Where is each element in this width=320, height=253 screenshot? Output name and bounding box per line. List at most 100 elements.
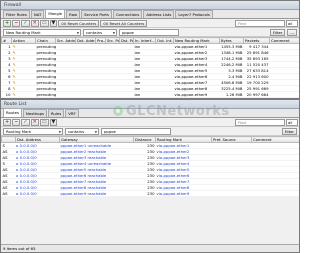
dst-address-value: 0.0.0.0/0 bbox=[19, 167, 37, 172]
firewall-tabs: Filter Rules NAT Mangle Raw Service Ports Con… bbox=[1, 9, 299, 19]
packets-cell: 27 633 814 bbox=[243, 67, 270, 74]
pencil-icon: ✎ bbox=[12, 56, 16, 61]
bytes-cell: 1744.2 MiB bbox=[219, 55, 244, 62]
pencil-icon: ✎ bbox=[12, 80, 16, 85]
tab-rules[interactable]: Rules bbox=[47, 109, 65, 117]
cell: prerouting bbox=[35, 79, 56, 86]
cell: prerouting bbox=[35, 49, 56, 56]
pencil-icon: ✎ bbox=[12, 74, 16, 79]
filter-field-value: New Routing Mark bbox=[6, 29, 41, 35]
column-header[interactable]: Dst. Address bbox=[75, 37, 96, 44]
packets-cell: 11 520 437 bbox=[243, 61, 270, 68]
filter-icon[interactable]: ▼ bbox=[49, 118, 58, 126]
packets-cell: 19 700 229 bbox=[243, 79, 270, 86]
filter-operator-value: contains bbox=[68, 128, 85, 134]
filter-field-select[interactable]: Routing Mark ▼ bbox=[3, 127, 63, 135]
chevron-down-icon: ▼ bbox=[94, 129, 97, 134]
table-row[interactable]: AS ▸ 0.0.0.0/0 pppoe-ether9 reachable 230 vi… bbox=[1, 190, 299, 197]
add-button[interactable]: + bbox=[3, 19, 12, 27]
pencil-icon: ✎ bbox=[12, 44, 16, 49]
filter-icon[interactable]: ▼ bbox=[49, 19, 58, 27]
pencil-icon: ✎ bbox=[12, 50, 16, 55]
dst-address-value: 0.0.0.0/0 bbox=[19, 191, 37, 196]
route-list-title: Route List bbox=[1, 100, 299, 109]
pencil-icon: ✎ bbox=[12, 86, 16, 91]
comment-button[interactable]: ▭ bbox=[39, 19, 49, 27]
comment-cell bbox=[251, 190, 299, 197]
column-header[interactable]: In. Interf... bbox=[133, 37, 156, 44]
tab-filter-rules[interactable]: Filter Rules bbox=[3, 10, 30, 18]
tab-service-ports[interactable]: Service Ports bbox=[81, 10, 112, 18]
tab-raw[interactable]: Raw bbox=[66, 10, 81, 18]
dst-address-value: 0.0.0.0/0 bbox=[19, 185, 37, 190]
tab-mangle[interactable]: Mangle bbox=[45, 9, 66, 18]
dst-address-value: 0.0.0.0/0 bbox=[19, 149, 37, 154]
filter-operator-value: contains bbox=[86, 29, 103, 35]
filter-button[interactable]: Filter bbox=[281, 127, 297, 135]
column-header[interactable]: Out. Int... bbox=[155, 37, 174, 44]
filter-value-input[interactable]: pppoe bbox=[101, 127, 171, 135]
column-header[interactable]: Src. Address bbox=[55, 37, 76, 44]
filter-button[interactable]: Filter bbox=[269, 28, 286, 36]
firewall-window: Firewall Filter Rules NAT Mangle Raw Service… bbox=[0, 0, 300, 99]
watermark-logo-icon bbox=[113, 106, 123, 116]
filter-operator-select[interactable]: contains ▼ bbox=[83, 28, 117, 36]
enable-button[interactable]: ✓ bbox=[21, 19, 30, 27]
cell: prerouting bbox=[35, 85, 56, 92]
dst-address-value: 0.0.0.0/0 bbox=[19, 161, 37, 166]
tab-routes[interactable]: Routes bbox=[3, 108, 22, 117]
disable-button[interactable]: ✕ bbox=[30, 19, 39, 27]
column-header[interactable]: Src. Port bbox=[105, 37, 120, 44]
dst-address-cell: ▸ 0.0.0.0/0 bbox=[15, 190, 60, 197]
chevron-down-icon: ▼ bbox=[58, 129, 61, 134]
find-scope-select[interactable]: all bbox=[286, 118, 298, 126]
cell: prerouting bbox=[35, 73, 56, 80]
filter-more-button[interactable]: ... bbox=[287, 28, 297, 36]
reset-all-counters-button[interactable]: 00 Reset All Counters bbox=[100, 19, 148, 27]
route-tabs: Routes Nexthops Rules VRF bbox=[1, 108, 299, 118]
cell bbox=[95, 91, 106, 98]
tab-nexthops[interactable]: Nexthops bbox=[23, 109, 47, 117]
route-flags: AS bbox=[1, 190, 16, 197]
find-scope-select[interactable]: all bbox=[286, 19, 298, 27]
remove-button[interactable]: − bbox=[12, 118, 21, 126]
cell bbox=[119, 91, 134, 98]
comment-button[interactable]: ▭ bbox=[39, 118, 49, 126]
bytes-cell: 4506.6 MiB bbox=[219, 79, 244, 86]
dst-address-value: 0.0.0.0/0 bbox=[19, 155, 37, 160]
find-input[interactable]: Find bbox=[235, 19, 285, 27]
cell: prerouting bbox=[35, 67, 56, 74]
tab-connections[interactable]: Connections bbox=[112, 10, 143, 18]
remove-button[interactable]: − bbox=[12, 19, 21, 27]
dst-address-value: 0.0.0.0/0 bbox=[19, 173, 37, 178]
filter-value-input[interactable]: pppoe bbox=[119, 28, 179, 36]
packets-cell: 22 913 600 bbox=[243, 73, 270, 80]
pencil-icon: ✎ bbox=[12, 92, 16, 97]
route-status-bar: 9 items out of 65 bbox=[1, 244, 299, 252]
mangle-table: #ActionChainSrc. AddressDst. AddressPro.… bbox=[1, 37, 299, 98]
tab-address-lists[interactable]: Address Lists bbox=[143, 10, 175, 18]
filter-operator-select[interactable]: contains ▼ bbox=[65, 127, 99, 135]
route-table-wrap: Dst. Address Gateway Distance Routing Mark P… bbox=[1, 136, 299, 197]
disable-button[interactable]: ✕ bbox=[30, 118, 39, 126]
reset-counters-button[interactable]: 00 Reset Counters bbox=[58, 19, 100, 27]
enable-button[interactable]: ✓ bbox=[21, 118, 30, 126]
bytes-cell: 1.26 MiB bbox=[219, 91, 244, 98]
out-interface-cell bbox=[155, 91, 174, 98]
filter-field-select[interactable]: New Routing Mark ▼ bbox=[3, 28, 81, 36]
cell bbox=[55, 91, 76, 98]
cell: prerouting bbox=[35, 43, 56, 50]
packets-cell: 25 991 669 bbox=[243, 85, 270, 92]
action-cell: ✎ bbox=[11, 91, 36, 98]
column-header[interactable]: Pro... bbox=[95, 37, 106, 44]
table-row[interactable]: 10 ✎ prerouting lan via-pppoe-ether9 1.26 Mi… bbox=[1, 91, 299, 98]
tab-layer7-protocols[interactable]: Layer7 Protocols bbox=[175, 10, 213, 18]
find-input[interactable]: Find bbox=[235, 118, 285, 126]
tab-nat[interactable]: NAT bbox=[30, 10, 45, 18]
add-button[interactable]: + bbox=[3, 118, 12, 126]
distance-cell: 230 bbox=[133, 190, 156, 197]
column-header[interactable]: Dst. Port bbox=[119, 37, 134, 44]
tab-vrf[interactable]: VRF bbox=[65, 109, 79, 117]
routing-mark-cell: via-pppoe-ether9 bbox=[173, 91, 220, 98]
route-toolbar: + − ✓ ✕ ▭ ▼ Find all bbox=[1, 118, 299, 127]
